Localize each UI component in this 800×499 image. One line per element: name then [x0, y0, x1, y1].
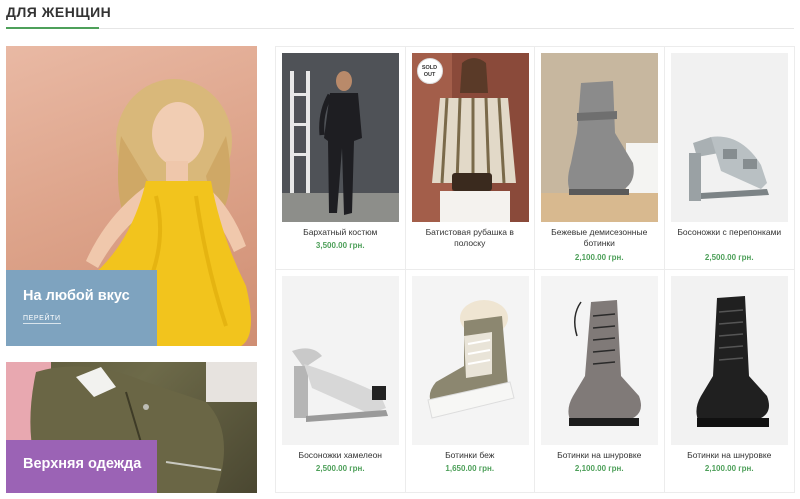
product-image: [670, 275, 788, 445]
product-name[interactable]: Бархатный костюм: [280, 227, 401, 238]
product-card[interactable]: Бархатный костюм 3,500.00 грн.: [276, 47, 406, 270]
sold-out-badge: SOLD OUT: [416, 58, 443, 84]
promo-title: На любой вкус: [23, 288, 130, 304]
product-card[interactable]: Ботинки на шнуровке 2,100.00 грн.: [535, 269, 665, 492]
product-name[interactable]: Ботинки на шнуровке: [539, 450, 660, 461]
product-image: [282, 275, 399, 445]
product-card[interactable]: Ботинки беж 1,650.00 грн.: [406, 269, 535, 492]
product-name[interactable]: Босоножки с перепонками: [669, 227, 791, 238]
product-card[interactable]: Ботинки на шнуровке 2,100.00 грн.: [665, 270, 795, 493]
product-image: [411, 275, 529, 445]
product-image: [670, 53, 788, 222]
product-image: [541, 53, 658, 222]
product-image: [282, 53, 399, 222]
product-price: 2,100.00 грн.: [574, 463, 624, 473]
product-name[interactable]: Батистовая рубашка в полоску: [410, 227, 531, 249]
product-grid: Бархатный костюм 3,500.00 грн. SOLD OUT …: [275, 46, 795, 493]
product-card[interactable]: Бежевые демисезонные ботинки 2,100.00 гр…: [535, 47, 665, 270]
product-name[interactable]: Ботинки беж: [410, 450, 531, 461]
promo-banner-any-taste[interactable]: На любой вкус ПЕРЕЙТИ: [6, 46, 257, 346]
product-image: [541, 275, 658, 445]
product-price: 2,500.00 грн.: [704, 253, 754, 262]
product-card[interactable]: Босоножки хамелеон 2,500.00 грн.: [276, 269, 406, 492]
product-price: 2,100.00 грн.: [704, 463, 754, 473]
product-image: SOLD OUT: [411, 53, 529, 222]
product-name[interactable]: Босоножки хамелеон: [280, 450, 401, 461]
product-price: 3,500.00 грн.: [315, 241, 365, 250]
section-title: ДЛЯ ЖЕНЩИН: [6, 4, 112, 20]
promo-go-link[interactable]: ПЕРЕЙТИ: [23, 315, 61, 324]
section-header: ДЛЯ ЖЕНЩИН: [0, 0, 800, 30]
product-card[interactable]: SOLD OUT Батистовая рубашка в полоску: [405, 47, 535, 270]
product-price: 2,500.00 грн.: [315, 463, 365, 473]
promo-caption: Верхняя одежда: [6, 440, 157, 493]
promo-title: Верхняя одежда: [23, 456, 142, 472]
product-price: 1,650.00 грн.: [445, 463, 495, 473]
section-divider: [6, 28, 794, 29]
product-name[interactable]: Бежевые демисезонные ботинки: [539, 227, 660, 249]
product-name[interactable]: Ботинки на шнуровке: [669, 450, 791, 461]
product-card[interactable]: Босоножки с перепонками 2,500.00 грн.: [664, 47, 794, 270]
promo-caption: На любой вкус ПЕРЕЙТИ: [6, 270, 157, 346]
promo-banner-outerwear[interactable]: Верхняя одежда: [6, 362, 257, 493]
product-price: 2,100.00 грн.: [574, 253, 624, 262]
section-title-underline: [6, 27, 99, 29]
